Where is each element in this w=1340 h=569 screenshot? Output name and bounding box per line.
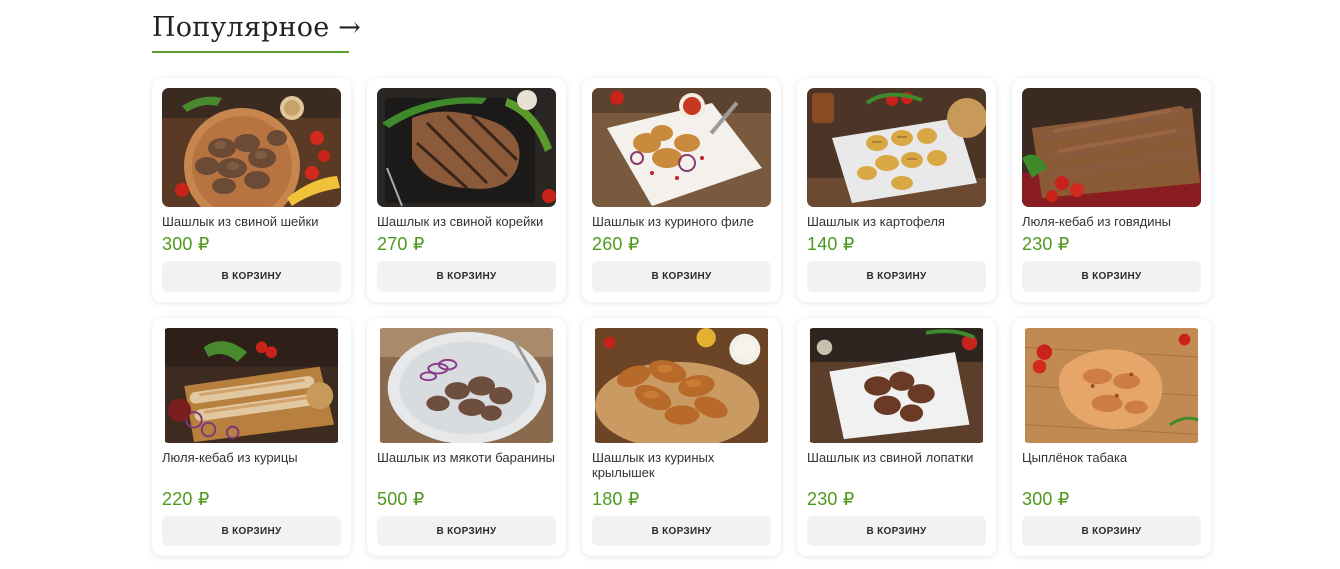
product-price: 270 ₽ [377, 234, 425, 254]
product-image[interactable] [377, 328, 556, 444]
chicken-kebab-board-photo [164, 328, 339, 444]
product-image[interactable] [807, 328, 986, 444]
product-image[interactable] [377, 88, 556, 207]
product-name[interactable]: Шашлык из куриных крылышек [592, 450, 771, 480]
add-to-cart-button[interactable]: В КОРЗИНУ [592, 261, 771, 292]
add-to-cart-button[interactable]: В КОРЗИНУ [1022, 261, 1201, 292]
product-card: Люля-кебаб из говядины 230 ₽ В КОРЗИНУ [1012, 78, 1211, 302]
product-name[interactable]: Шашлык из свиной корейки [377, 214, 556, 229]
add-to-cart-button[interactable]: В КОРЗИНУ [807, 516, 986, 546]
product-card: Шашлык из свиной корейки 270 ₽ В КОРЗИНУ [367, 78, 566, 302]
add-to-cart-button[interactable]: В КОРЗИНУ [377, 516, 556, 546]
section-title-link[interactable]: Популярное → [152, 12, 361, 43]
product-grid: Шашлык из свиной шейки 300 ₽ В КОРЗИНУ Ш… [152, 78, 1211, 556]
product-name[interactable]: Цыплёнок табака [1022, 450, 1201, 480]
add-to-cart-button[interactable]: В КОРЗИНУ [592, 516, 771, 546]
add-to-cart-button[interactable]: В КОРЗИНУ [807, 261, 986, 292]
product-card: Шашлык из свиной лопатки 230 ₽ В КОРЗИНУ [797, 318, 996, 556]
product-card: Шашлык из куриных крылышек 180 ₽ В КОРЗИ… [582, 318, 781, 556]
product-price: 260 ₽ [592, 234, 640, 254]
section-title-underline [152, 51, 349, 53]
product-card: Шашлык из картофеля 140 ₽ В КОРЗИНУ [797, 78, 996, 302]
product-price: 300 ₽ [162, 234, 210, 254]
product-card: Шашлык из куриного филе 260 ₽ В КОРЗИНУ [582, 78, 781, 302]
chicken-fillet-plate-photo [592, 88, 771, 207]
product-name[interactable]: Шашлык из свиной лопатки [807, 450, 986, 480]
pork-neck-skewer-photo [162, 88, 341, 207]
grilled-potato-plate-photo [807, 88, 986, 207]
product-name[interactable]: Люля-кебаб из курицы [162, 450, 341, 480]
add-to-cart-button[interactable]: В КОРЗИНУ [162, 516, 341, 546]
product-price: 230 ₽ [1022, 234, 1070, 254]
add-to-cart-button[interactable]: В КОРЗИНУ [162, 261, 341, 292]
product-image[interactable] [807, 88, 986, 207]
product-price: 180 ₽ [592, 489, 640, 510]
product-price: 300 ₽ [1022, 489, 1070, 510]
tabaka-chicken-photo [1024, 328, 1199, 444]
product-card: Люля-кебаб из курицы 220 ₽ В КОРЗИНУ [152, 318, 351, 556]
beef-kebab-board-photo [1022, 88, 1201, 207]
product-price: 230 ₽ [807, 489, 855, 510]
product-card: Шашлык из свиной шейки 300 ₽ В КОРЗИНУ [152, 78, 351, 302]
product-card: Шашлык из мякоти баранины 500 ₽ В КОРЗИН… [367, 318, 566, 556]
pork-loin-steak-photo [377, 88, 556, 207]
product-image[interactable] [1022, 88, 1201, 207]
product-card: Цыплёнок табака 300 ₽ В КОРЗИНУ [1012, 318, 1211, 556]
product-price: 220 ₽ [162, 489, 210, 510]
product-image[interactable] [592, 328, 771, 444]
product-price: 500 ₽ [377, 489, 425, 510]
product-price: 140 ₽ [807, 234, 855, 254]
product-name[interactable]: Шашлык из куриного филе [592, 214, 771, 229]
pork-shoulder-plate-photo [809, 328, 984, 444]
product-image[interactable] [162, 328, 341, 444]
section-header: Популярное → [152, 12, 361, 53]
product-image[interactable] [162, 88, 341, 207]
product-image[interactable] [1022, 328, 1201, 444]
product-name[interactable]: Шашлык из картофеля [807, 214, 986, 229]
product-name[interactable]: Люля-кебаб из говядины [1022, 214, 1201, 229]
add-to-cart-button[interactable]: В КОРЗИНУ [1022, 516, 1201, 546]
product-image[interactable] [592, 88, 771, 207]
add-to-cart-button[interactable]: В КОРЗИНУ [377, 261, 556, 292]
product-name[interactable]: Шашлык из свиной шейки [162, 214, 341, 229]
lamb-plate-photo [379, 328, 554, 444]
chicken-wings-photo [594, 328, 769, 444]
product-name[interactable]: Шашлык из мякоти баранины [377, 450, 556, 480]
